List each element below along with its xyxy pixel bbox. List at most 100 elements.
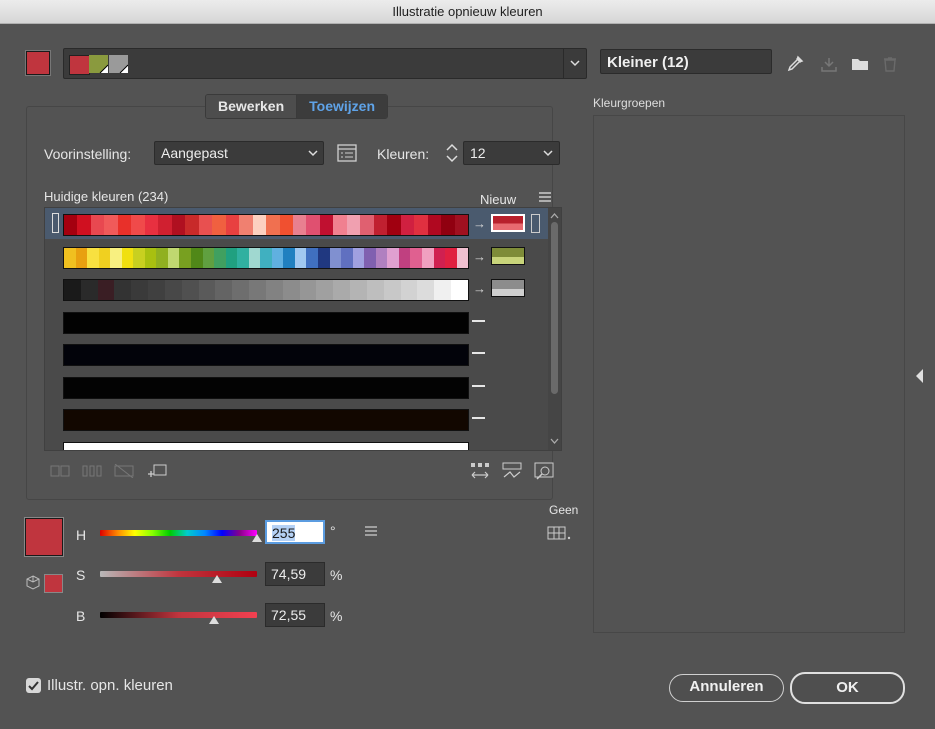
trash-icon[interactable]	[881, 55, 899, 73]
b-slider-track[interactable]	[100, 612, 257, 618]
tab-toewijzen[interactable]: Toewijzen	[296, 95, 388, 118]
color-chip	[417, 280, 435, 300]
color-chip	[198, 280, 216, 300]
color-chip	[387, 247, 399, 268]
color-chip	[179, 247, 192, 268]
mapping-arrow-icon[interactable]: →	[473, 216, 486, 231]
color-chip	[306, 247, 319, 268]
table-row[interactable]: →	[45, 241, 548, 272]
chevron-down-icon	[543, 150, 553, 157]
group-dropdown-button[interactable]	[563, 49, 586, 78]
color-chip	[164, 280, 182, 300]
stepper-icon[interactable]	[443, 140, 461, 166]
new-color-swatch[interactable]	[491, 246, 525, 265]
random-order-icon[interactable]	[469, 461, 491, 481]
cancel-button[interactable]: Annuleren	[669, 674, 784, 702]
color-mapping-list[interactable]: → → →	[44, 207, 562, 451]
colors-count-select[interactable]: 12	[463, 141, 560, 165]
no-mapping-dash-icon[interactable]	[472, 449, 485, 450]
new-row-icon[interactable]	[146, 463, 168, 479]
color-chip	[133, 247, 145, 268]
current-color-strip[interactable]	[63, 214, 469, 236]
new-color-swatch[interactable]	[491, 279, 525, 297]
preset-options-icon[interactable]	[337, 143, 357, 163]
mapping-arrow-icon[interactable]: →	[473, 281, 486, 296]
b-slider-thumb[interactable]	[208, 616, 219, 624]
chevron-down-icon	[308, 150, 318, 157]
merge-colors-icon[interactable]	[50, 464, 70, 478]
preset-select[interactable]: Aangepast	[154, 141, 324, 165]
color-chip	[400, 280, 418, 300]
current-color-strip[interactable]	[63, 311, 469, 334]
color-group-selector[interactable]	[63, 48, 587, 79]
cube-icon[interactable]	[25, 575, 41, 591]
color-chip	[87, 247, 99, 268]
folder-icon[interactable]	[851, 55, 869, 73]
current-color-strip[interactable]	[63, 246, 469, 269]
table-row[interactable]	[45, 306, 548, 337]
table-row[interactable]	[45, 436, 548, 450]
group-name-field[interactable]: Kleiner (12)	[600, 49, 772, 74]
current-color-strip[interactable]	[63, 376, 469, 399]
exclude-colors-icon[interactable]	[114, 464, 134, 478]
table-row[interactable]	[45, 403, 548, 434]
color-chip	[215, 280, 233, 300]
table-row[interactable]: →	[45, 208, 548, 239]
scrollbar-thumb[interactable]	[551, 222, 558, 394]
no-mapping-dash-icon[interactable]	[472, 384, 485, 387]
chevron-left-icon[interactable]	[914, 368, 926, 384]
h-slider-thumb[interactable]	[252, 534, 262, 542]
color-chip	[265, 280, 283, 300]
color-chip	[441, 215, 455, 235]
color-chip	[225, 215, 240, 235]
s-slider-thumb[interactable]	[212, 575, 223, 583]
current-color-strip[interactable]	[63, 409, 469, 431]
out-of-gamut-swatch[interactable]	[44, 574, 63, 593]
new-color-swatch[interactable]	[491, 214, 525, 232]
row-handle[interactable]	[52, 213, 59, 233]
s-slider-track[interactable]	[100, 571, 257, 577]
b-value-field[interactable]: 72,55	[265, 603, 325, 627]
color-chip	[144, 247, 157, 268]
table-row[interactable]	[45, 338, 548, 369]
new-color-dropdown[interactable]	[531, 214, 540, 233]
chevron-up-icon[interactable]	[548, 211, 561, 221]
group-swatch-red	[69, 55, 90, 75]
no-mapping-dash-icon[interactable]	[472, 352, 485, 354]
list-scrollbar[interactable]	[548, 208, 561, 450]
h-value-field[interactable]: 255	[265, 520, 325, 544]
color-chip	[434, 280, 452, 300]
random-saturation-icon[interactable]	[501, 461, 523, 481]
tab-bewerken[interactable]: Bewerken	[206, 95, 297, 118]
current-color-swatch[interactable]	[26, 51, 50, 75]
h-slider-track[interactable]	[100, 530, 257, 536]
chevron-down-icon[interactable]	[548, 436, 561, 446]
menu-icon[interactable]	[538, 192, 552, 202]
no-mapping-dash-icon[interactable]	[472, 417, 485, 419]
save-group-icon[interactable]	[820, 55, 838, 73]
current-color-strip[interactable]	[63, 441, 469, 450]
current-color-strip[interactable]	[63, 344, 469, 366]
no-mapping-dash-icon[interactable]	[472, 319, 485, 322]
table-row[interactable]	[45, 371, 548, 402]
recolor-checkbox-label: Illustr. opn. kleuren	[47, 677, 173, 694]
active-color-swatch[interactable]	[25, 518, 63, 556]
s-value-field[interactable]: 74,59	[265, 562, 325, 586]
h-label: H	[76, 527, 87, 543]
color-chip	[110, 247, 122, 268]
separate-colors-icon[interactable]	[82, 464, 102, 478]
recolor-checkbox[interactable]	[26, 678, 41, 693]
color-chip	[292, 215, 307, 235]
menu-icon[interactable]	[364, 526, 378, 536]
eyedropper-icon[interactable]	[786, 55, 804, 73]
color-chip	[77, 215, 91, 235]
ok-button[interactable]: OK	[790, 672, 905, 704]
mapping-arrow-icon[interactable]: →	[473, 249, 486, 264]
color-chip	[158, 215, 172, 235]
color-chip	[131, 215, 145, 235]
color-library-icon[interactable]	[547, 525, 573, 541]
current-color-strip[interactable]	[63, 279, 469, 301]
find-color-icon[interactable]	[533, 461, 555, 481]
h-unit: °	[330, 523, 336, 539]
table-row[interactable]: →	[45, 273, 548, 304]
